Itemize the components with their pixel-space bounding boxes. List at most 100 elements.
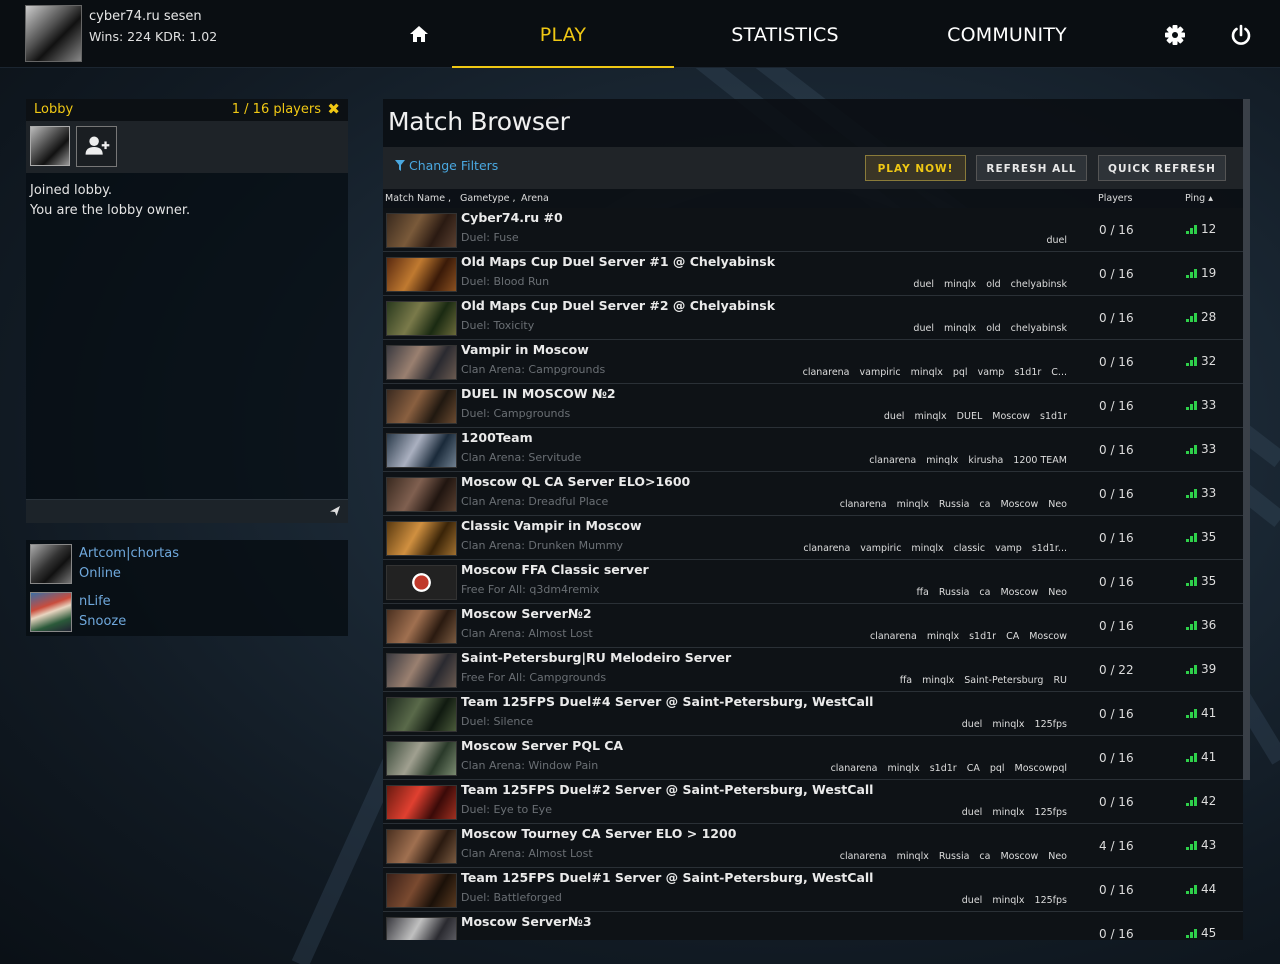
col-ping[interactable]: Ping ▴: [1185, 193, 1213, 204]
arena-thumbnail: [386, 609, 457, 644]
signal-bars-icon: [1186, 355, 1198, 369]
play-now-button[interactable]: PLAY NOW!: [865, 155, 966, 181]
ping-value: 44: [1201, 882, 1217, 896]
match-row[interactable]: Team 125FPS Duel#1 Server @ Saint-Peters…: [383, 868, 1243, 912]
lobby-member-avatar[interactable]: [30, 126, 70, 166]
arena-thumbnail: [386, 477, 457, 512]
match-players: 0 / 16: [1099, 575, 1134, 589]
match-players: 0 / 16: [1099, 311, 1134, 325]
match-tag: minqlx: [922, 675, 955, 686]
match-tag: Moscow: [1029, 631, 1067, 642]
signal-bars-icon: [1186, 223, 1198, 237]
ping-value: 33: [1201, 442, 1217, 456]
match-ping: 44: [1186, 882, 1216, 897]
match-tags: ffa minqlx Saint-Petersburg RU: [890, 675, 1067, 686]
home-icon[interactable]: [408, 24, 430, 44]
match-tag: duel: [913, 279, 934, 290]
match-players: 0 / 16: [1099, 531, 1134, 545]
match-tag: Russia: [938, 499, 970, 510]
friend-name: nLife: [79, 594, 111, 609]
match-tag: clanarena: [869, 455, 917, 466]
match-row[interactable]: Moscow QL CA Server ELO>1600 Clan Arena:…: [383, 472, 1243, 516]
match-gametype-arena: Clan Arena: Campgrounds: [461, 363, 606, 376]
match-tag: vampiric: [860, 543, 902, 554]
col-match-name[interactable]: Match Name ,: [385, 193, 451, 204]
tab-statistics[interactable]: STATISTICS: [674, 0, 896, 68]
match-tag: chelyabinsk: [1010, 279, 1067, 290]
match-row[interactable]: 1200Team Clan Arena: Servitude clanarena…: [383, 428, 1243, 472]
arena-thumbnail: [386, 653, 457, 688]
signal-bars-icon: [1186, 795, 1198, 809]
match-row[interactable]: Moscow FFA Classic server Free For All: …: [383, 560, 1243, 604]
scrollbar[interactable]: [1243, 99, 1250, 780]
match-row[interactable]: Old Maps Cup Duel Server #1 @ Chelyabins…: [383, 252, 1243, 296]
col-arena[interactable]: Arena: [521, 193, 549, 204]
ping-value: 41: [1201, 750, 1217, 764]
match-row[interactable]: Saint-Petersburg|RU Melodeiro Server Fre…: [383, 648, 1243, 692]
match-row[interactable]: Team 125FPS Duel#2 Server @ Saint-Peters…: [383, 780, 1243, 824]
match-ping: 28: [1186, 310, 1216, 325]
match-row[interactable]: Moscow Server№3 0 / 16 45: [383, 912, 1243, 940]
match-gametype-arena: Free For All: q3dm4remix: [461, 583, 600, 596]
match-players: 0 / 16: [1099, 223, 1134, 237]
match-players: 0 / 16: [1099, 619, 1134, 633]
match-row[interactable]: Moscow Tourney CA Server ELO > 1200 Clan…: [383, 824, 1243, 868]
match-row[interactable]: Vampir in Moscow Clan Arena: Campgrounds…: [383, 340, 1243, 384]
match-tags: clanarena vampiric minqlx classic vamp s1d1r.…: [793, 543, 1067, 554]
match-tag: Russia: [938, 587, 970, 598]
change-filters-link[interactable]: Change Filters: [395, 158, 498, 173]
match-tag: minqlx: [992, 895, 1025, 906]
match-players: 0 / 16: [1099, 487, 1134, 501]
match-name: Moscow Server№2: [461, 606, 592, 621]
user-name: cyber74.ru sesen: [89, 9, 202, 24]
match-tags: duel minqlx 125fps: [952, 719, 1067, 730]
match-gametype-arena: Clan Arena: Almost Lost: [461, 627, 593, 640]
ping-value: 35: [1201, 574, 1217, 588]
power-icon[interactable]: [1230, 24, 1252, 46]
send-icon[interactable]: [329, 505, 341, 517]
lobby-chat-log: Joined lobby. You are the lobby owner.: [30, 181, 190, 221]
match-tag: minqlx: [910, 367, 943, 378]
match-players: 0 / 16: [1099, 399, 1134, 413]
match-tags: duel minqlx old chelyabinsk: [903, 279, 1067, 290]
match-tag: old: [986, 323, 1001, 334]
col-players[interactable]: Players: [1098, 193, 1133, 204]
arena-thumbnail: [386, 873, 457, 908]
close-icon[interactable]: ✖: [327, 100, 340, 118]
invite-player-button[interactable]: [76, 126, 117, 167]
match-ping: 35: [1186, 574, 1216, 589]
lobby-title: Lobby: [34, 102, 74, 117]
tab-play[interactable]: PLAY: [452, 0, 674, 68]
browser-toolbar: Change Filters PLAY NOW! REFRESH ALL QUI…: [383, 147, 1243, 189]
match-tags: duel minqlx 125fps: [952, 807, 1067, 818]
friend-status: Snooze: [79, 614, 127, 629]
match-name: Team 125FPS Duel#2 Server @ Saint-Peters…: [461, 782, 874, 797]
match-tag: duel: [883, 411, 905, 422]
match-name: Vampir in Moscow: [461, 342, 589, 357]
refresh-all-button[interactable]: REFRESH ALL: [976, 155, 1087, 181]
signal-bars-icon: [1186, 267, 1198, 281]
tab-community[interactable]: COMMUNITY: [896, 0, 1118, 68]
quick-refresh-button[interactable]: QUICK REFRESH: [1098, 155, 1226, 181]
match-tag: old: [986, 279, 1001, 290]
arena-thumbnail: [386, 433, 457, 468]
match-row[interactable]: Cyber74.ru #0 Duel: Fuse duel 0 / 16 12: [383, 208, 1243, 252]
col-gametype[interactable]: Gametype ,: [460, 193, 516, 204]
user-avatar[interactable]: [25, 5, 82, 62]
friend-item[interactable]: nLife Snooze: [26, 588, 348, 636]
match-row[interactable]: Moscow Server№2 Clan Arena: Almost Lost …: [383, 604, 1243, 648]
signal-bars-icon: [1186, 619, 1198, 633]
match-tags: clanarena minqlx s1d1r CA pql Moscowpql: [821, 763, 1067, 774]
match-tag: s1d1r: [1040, 411, 1067, 422]
match-gametype-arena: Duel: Battleforged: [461, 891, 562, 904]
match-tag: ca: [979, 851, 991, 862]
match-row[interactable]: Old Maps Cup Duel Server #2 @ Chelyabins…: [383, 296, 1243, 340]
gear-icon[interactable]: [1164, 24, 1186, 46]
arena-thumbnail: [386, 565, 457, 600]
match-row[interactable]: DUEL IN MOSCOW №2 Duel: Campgrounds duel…: [383, 384, 1243, 428]
match-row[interactable]: Moscow Server PQL CA Clan Arena: Window …: [383, 736, 1243, 780]
chat-input[interactable]: [26, 499, 348, 523]
match-row[interactable]: Classic Vampir in Moscow Clan Arena: Dru…: [383, 516, 1243, 560]
friend-item[interactable]: Artcom|chortas Online: [26, 540, 348, 588]
match-row[interactable]: Team 125FPS Duel#4 Server @ Saint-Peters…: [383, 692, 1243, 736]
